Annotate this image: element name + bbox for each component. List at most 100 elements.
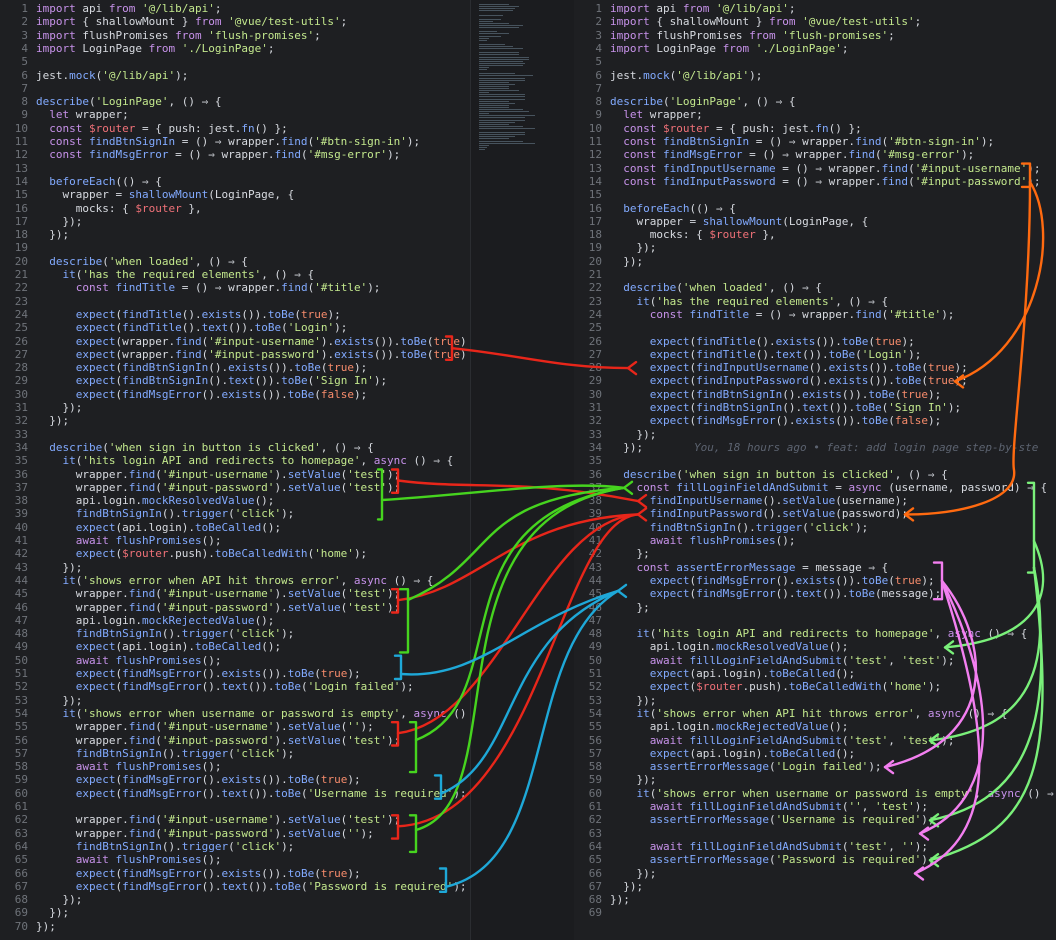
code-line[interactable]: findBtnSignIn().trigger('click');: [610, 521, 1056, 534]
code-line[interactable]: wrapper = shallowMount(LoginPage, {: [36, 188, 468, 201]
code-line[interactable]: const $router = { push: jest.fn() };: [36, 122, 468, 135]
code-line[interactable]: it('shows error when username or passwor…: [610, 787, 1056, 800]
code-line[interactable]: expect(api.login).toBeCalled();: [36, 521, 468, 534]
code-line[interactable]: await fillLoginFieldAndSubmit('test', 't…: [610, 654, 1056, 667]
code-line[interactable]: expect(findMsgError().exists()).toBe(tru…: [610, 574, 1056, 587]
code-line[interactable]: [610, 827, 1056, 840]
code-line[interactable]: [36, 800, 468, 813]
code-line[interactable]: });: [36, 215, 468, 228]
code-line[interactable]: wrapper.find('#input-password').setValue…: [36, 481, 468, 494]
code-line[interactable]: wrapper = shallowMount(LoginPage, {: [610, 215, 1056, 228]
code-line[interactable]: expect(findMsgError().text()).toBe('Pass…: [36, 880, 468, 893]
code-line[interactable]: [36, 241, 468, 254]
code-line[interactable]: expect (findInputPassword().exists()).toB…: [610, 374, 1056, 387]
code-line[interactable]: findInputUsername().setValue(username);: [610, 494, 1056, 507]
code-line[interactable]: import flushPromises from 'flush-promise…: [610, 29, 1056, 42]
code-line[interactable]: wrapper.find('#input-password').setValue…: [36, 734, 468, 747]
code-line[interactable]: [36, 82, 468, 95]
code-line[interactable]: });: [36, 920, 468, 933]
code-area[interactable]: import api from '@/lib/api'; import { sha…: [610, 0, 1056, 940]
code-line[interactable]: const findMsgError = () ⇒ wrapper.find('…: [610, 148, 1056, 161]
code-line[interactable]: assertErrorMessage('Password is required…: [610, 853, 1056, 866]
code-line[interactable]: jest.mock('@/lib/api');: [36, 69, 468, 82]
code-line[interactable]: await fillLoginFieldAndSubmit('test', ''…: [610, 840, 1056, 853]
code-line[interactable]: [36, 55, 468, 68]
editor-pane-right[interactable]: 1 2 3 4 5 6 7 8 9 10 11 12 13 14 15 16 17 18 19 20 21 22 23 24 2…: [574, 0, 1056, 940]
code-line[interactable]: });: [610, 241, 1056, 254]
code-line[interactable]: expect(api.login).toBeCalled();: [36, 640, 468, 653]
code-line[interactable]: expect(api.login).toBeCalled();: [610, 747, 1056, 760]
code-line[interactable]: [610, 82, 1056, 95]
code-line[interactable]: await fillLoginFieldAndSubmit('test', 't…: [610, 734, 1056, 747]
code-line[interactable]: wrapper.find('#input-password').setValue…: [36, 601, 468, 614]
code-line[interactable]: expect(findBtnSignIn().exists()).toBe(tr…: [610, 388, 1056, 401]
code-line[interactable]: expect(findMsgError().exists()).toBe(tru…: [36, 773, 468, 786]
code-line[interactable]: [36, 295, 468, 308]
code-line[interactable]: expect(findMsgError().exists()).toBe(tru…: [36, 867, 468, 880]
code-line[interactable]: assertErrorMessage('Username is required…: [610, 813, 1056, 826]
code-line[interactable]: beforeEach(() ⇒ {: [36, 175, 468, 188]
code-line[interactable]: it('has the required elements', () ⇒ {: [610, 295, 1056, 308]
code-line[interactable]: expect(findMsgError().text()).toBe('User…: [36, 787, 468, 800]
code-line[interactable]: const findBtnSignIn = () ⇒ wrapper.find(…: [610, 135, 1056, 148]
code-line[interactable]: [610, 268, 1056, 281]
code-line[interactable]: it('has the required elements', () ⇒ {: [36, 268, 468, 281]
code-line[interactable]: });: [610, 694, 1056, 707]
code-line[interactable]: expect(wrapper.find('#input-username').e…: [36, 335, 468, 348]
code-line[interactable]: });: [610, 893, 1056, 906]
code-line[interactable]: findInputPassword().setValue(password);: [610, 507, 1056, 520]
code-line[interactable]: const $router = { push: jest.fn() };: [610, 122, 1056, 135]
editor-pane-left[interactable]: 1 2 3 4 5 6 7 8 9 10 11 12 13 14 15 16 17 18 19 20 21 22 23 24 2…: [0, 0, 468, 940]
code-area[interactable]: import api from '@/lib/api'; import { sha…: [36, 0, 468, 940]
code-line[interactable]: await flushPromises();: [36, 760, 468, 773]
code-line[interactable]: [36, 428, 468, 441]
code-line[interactable]: expect($router.push).toBeCalledWith('hom…: [36, 547, 468, 560]
code-line[interactable]: [610, 614, 1056, 627]
code-line[interactable]: });: [36, 414, 468, 427]
code-line[interactable]: expect(findTitle().exists()).toBe(true);: [36, 308, 468, 321]
code-line[interactable]: });: [610, 773, 1056, 786]
code-line[interactable]: [36, 162, 468, 175]
code-line[interactable]: import flushPromises from 'flush-promise…: [36, 29, 468, 42]
code-line[interactable]: const findTitle = () ⇒ wrapper.find('#ti…: [36, 281, 468, 294]
code-line[interactable]: findBtnSignIn().trigger('click');: [36, 507, 468, 520]
code-line[interactable]: expect(findMsgError().exists()).toBe(fal…: [36, 388, 468, 401]
code-line[interactable]: expect(findTitle().exists()).toBe(true);: [610, 335, 1056, 348]
code-line[interactable]: it('shows error when API hit throws erro…: [610, 707, 1056, 720]
code-line[interactable]: describe('when loaded', () ⇒ {: [36, 255, 468, 268]
code-line[interactable]: await flushPromises();: [36, 654, 468, 667]
code-line[interactable]: findBtnSignIn().trigger('click');: [36, 747, 468, 760]
code-line[interactable]: expect(findTitle().text()).toBe('Login')…: [36, 321, 468, 334]
code-line[interactable]: const assertErrorMessage = message ⇒ {: [610, 561, 1056, 574]
code-line[interactable]: api.login.mockResolvedValue();: [610, 640, 1056, 653]
code-line[interactable]: describe('LoginPage', () ⇒ {: [36, 95, 468, 108]
code-line[interactable]: expect(findMsgError().text()).toBe(messa…: [610, 587, 1056, 600]
code-line[interactable]: it('hits login API and redirects to home…: [610, 627, 1056, 640]
code-line[interactable]: };: [610, 601, 1056, 614]
code-line[interactable]: describe('when sign in button is clicked…: [610, 468, 1056, 481]
code-line[interactable]: import LoginPage from './LoginPage';: [36, 42, 468, 55]
code-line[interactable]: await flushPromises();: [610, 534, 1056, 547]
code-line[interactable]: [610, 454, 1056, 467]
code-line[interactable]: expect(findTitle().text()).toBe('Login')…: [610, 348, 1056, 361]
code-line[interactable]: mocks: { $router },: [36, 202, 468, 215]
code-line[interactable]: let wrapper;: [610, 108, 1056, 121]
code-line[interactable]: expect(api.login).toBeCalled();: [610, 667, 1056, 680]
code-line[interactable]: expect (findInputUsername().exists()).toB…: [610, 361, 1056, 374]
code-line[interactable]: [610, 321, 1056, 334]
code-line[interactable]: wrapper.find('#input-username').setValue…: [36, 587, 468, 600]
code-line[interactable]: await fillLoginFieldAndSubmit('', 'test'…: [610, 800, 1056, 813]
code-line[interactable]: describe('when sign in button is clicked…: [36, 441, 468, 454]
code-line[interactable]: });: [36, 893, 468, 906]
code-line[interactable]: import api from '@/lib/api';: [610, 2, 1056, 15]
code-line[interactable]: let wrapper;: [36, 108, 468, 121]
code-line[interactable]: findBtnSignIn().trigger('click');: [36, 627, 468, 640]
code-line[interactable]: api.login.mockRejectedValue();: [610, 720, 1056, 733]
code-line[interactable]: });: [36, 561, 468, 574]
code-line[interactable]: expect(wrapper.find('#input-password').e…: [36, 348, 468, 361]
code-line[interactable]: api.login.mockRejectedValue();: [36, 614, 468, 627]
code-line[interactable]: api.login.mockResolvedValue();: [36, 494, 468, 507]
code-line[interactable]: it('shows error when API hit throws erro…: [36, 574, 468, 587]
code-line[interactable]: });: [610, 880, 1056, 893]
code-line[interactable]: describe('when loaded', () ⇒ {: [610, 281, 1056, 294]
